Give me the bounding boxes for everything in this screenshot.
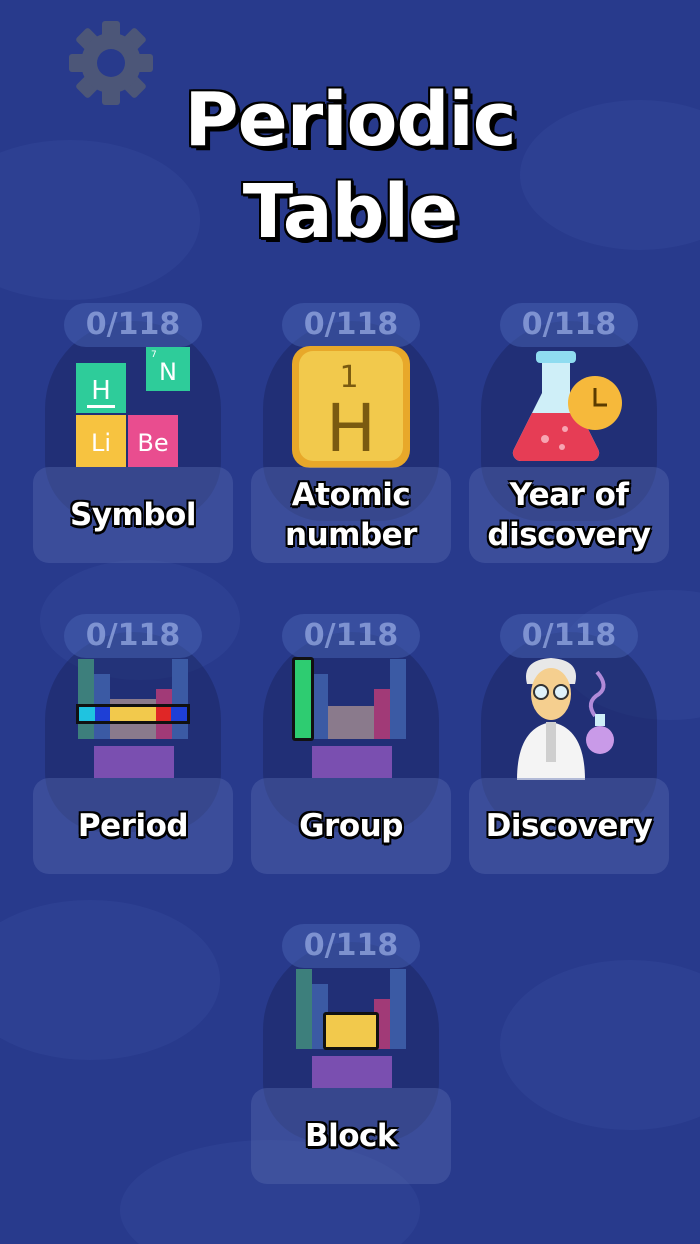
title-line-2: Table — [242, 169, 458, 255]
period-row-icon — [76, 659, 190, 778]
progress-counter: 0/118 — [64, 303, 202, 347]
mode-label: Atomic number — [251, 467, 451, 563]
progress-counter: 0/118 — [282, 924, 420, 968]
progress-counter: 0/118 — [282, 303, 420, 347]
svg-text:N: N — [159, 358, 177, 386]
svg-text:H: H — [326, 390, 376, 467]
mode-card-atomic-number[interactable]: 0/118 1 H Atomic number — [251, 303, 451, 573]
svg-text:Be: Be — [137, 429, 168, 457]
mode-label: Year of discovery — [469, 467, 669, 563]
block-icon — [296, 969, 406, 1088]
element-tiles-icon: H N 7 Li Be — [76, 347, 190, 467]
title-line-1: Periodic — [184, 77, 516, 163]
progress-counter: 0/118 — [282, 614, 420, 658]
progress-counter: 0/118 — [500, 614, 638, 658]
progress-counter: 0/118 — [64, 614, 202, 658]
mode-card-year-of-discovery[interactable]: 0/118 Year of discovery — [469, 303, 669, 573]
mode-label: Period — [33, 778, 233, 874]
mode-card-symbol[interactable]: 0/118 H N 7 Li Be Symbol — [33, 303, 233, 573]
mode-label: Group — [251, 778, 451, 874]
mode-label: Discovery — [469, 778, 669, 874]
mode-card-period[interactable]: 0/118 Period — [33, 614, 233, 884]
mode-label: Symbol — [33, 467, 233, 563]
page-title: Periodic Table — [0, 74, 700, 258]
mode-label: Block — [251, 1088, 451, 1184]
mode-card-discovery[interactable]: 0/118 Discovery — [469, 614, 669, 884]
svg-text:Li: Li — [91, 429, 111, 457]
progress-counter: 0/118 — [500, 303, 638, 347]
scientist-icon — [517, 658, 614, 780]
flask-clock-icon — [512, 351, 622, 462]
mode-card-group[interactable]: 0/118 Group — [251, 614, 451, 884]
mode-card-block[interactable]: 0/118 Block — [251, 924, 451, 1194]
svg-text:H: H — [91, 376, 111, 406]
group-column-icon — [292, 657, 406, 778]
svg-text:7: 7 — [151, 350, 157, 360]
hydrogen-tile-icon: 1 H — [292, 346, 410, 468]
